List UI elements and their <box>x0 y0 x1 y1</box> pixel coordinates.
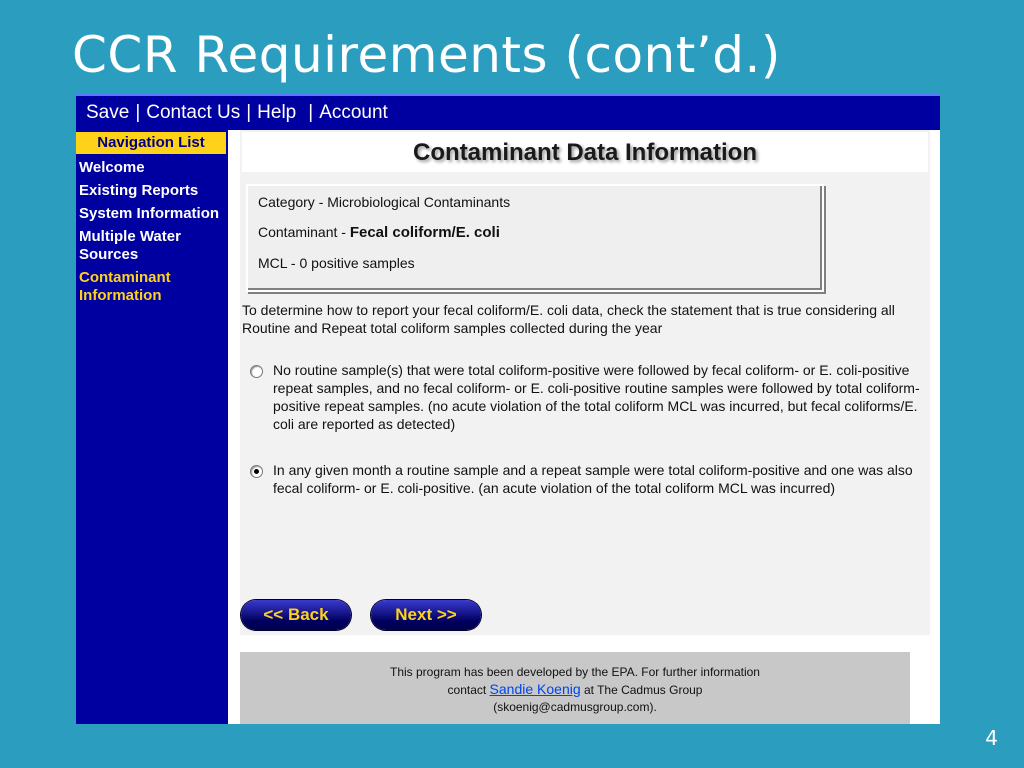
heading-banner: Contaminant Data Information <box>242 132 928 172</box>
main-content: Contaminant Data Information Category - … <box>240 130 930 635</box>
category-text: Category - Microbiological Contaminants <box>258 194 511 210</box>
sidebar-item-existing-reports[interactable]: Existing Reports <box>76 182 228 200</box>
sidebar-item-contaminant-information[interactable]: Contaminant Information <box>76 269 228 305</box>
footer-contact-prefix: contact <box>447 683 490 697</box>
footer-contact-suffix: at The Cadmus Group <box>580 683 703 697</box>
contaminant-value: Fecal coliform/E. coli <box>349 224 500 241</box>
slide-title: CCR Requirements (cont’d.) <box>72 26 781 84</box>
menu-separator: | <box>246 102 252 123</box>
page-number: 4 <box>985 726 998 750</box>
footer-info: This program has been developed by the E… <box>240 652 910 724</box>
help-link[interactable]: Help <box>257 102 296 124</box>
footer-line-1: This program has been developed by the E… <box>390 665 760 679</box>
back-button[interactable]: << Back <box>241 600 351 630</box>
option-text: In any given month a routine sample and … <box>273 462 913 496</box>
option-acute-violation[interactable]: In any given month a routine sample and … <box>250 461 926 497</box>
app-screenshot: Save | Contact Us | Help | Account Navig… <box>76 94 940 724</box>
instruction-text: To determine how to report your fecal co… <box>242 302 895 336</box>
top-menu-bar: Save | Contact Us | Help | Account <box>76 94 940 130</box>
menu-separator: | <box>308 102 314 123</box>
radio-button-checked[interactable] <box>250 465 263 478</box>
option-text: No routine sample(s) that were total col… <box>273 362 920 432</box>
contaminant-info-box: Category - Microbiological Contaminants … <box>246 184 824 292</box>
menu-separator: | <box>135 102 141 123</box>
contact-us-link[interactable]: Contact Us <box>146 102 240 124</box>
save-link[interactable]: Save <box>86 102 129 124</box>
sidebar-item-welcome[interactable]: Welcome <box>76 159 228 177</box>
sandie-koenig-link[interactable]: Sandie Koenig <box>490 681 581 697</box>
radio-button-unchecked[interactable] <box>250 365 263 378</box>
contaminant-label: Contaminant - <box>258 224 350 240</box>
account-link[interactable]: Account <box>319 102 388 124</box>
contaminant-line: Contaminant - Fecal coliform/E. coli <box>258 224 812 241</box>
sidebar-item-multiple-water-sources[interactable]: Multiple Water Sources <box>76 228 228 264</box>
navigation-list-header: Navigation List <box>76 132 226 154</box>
sidebar-item-system-information[interactable]: System Information <box>76 205 228 223</box>
page-heading: Contaminant Data Information <box>412 139 757 166</box>
navigation-sidebar: Navigation List Welcome Existing Reports… <box>76 130 228 724</box>
option-no-acute-violation[interactable]: No routine sample(s) that were total col… <box>250 361 926 433</box>
next-button[interactable]: Next >> <box>371 600 481 630</box>
mcl-text: MCL - 0 positive samples <box>258 255 415 271</box>
footer-email: (skoenig@cadmusgroup.com). <box>493 700 657 714</box>
footer-line-2: contact Sandie Koenig at The Cadmus Grou… <box>240 681 910 699</box>
